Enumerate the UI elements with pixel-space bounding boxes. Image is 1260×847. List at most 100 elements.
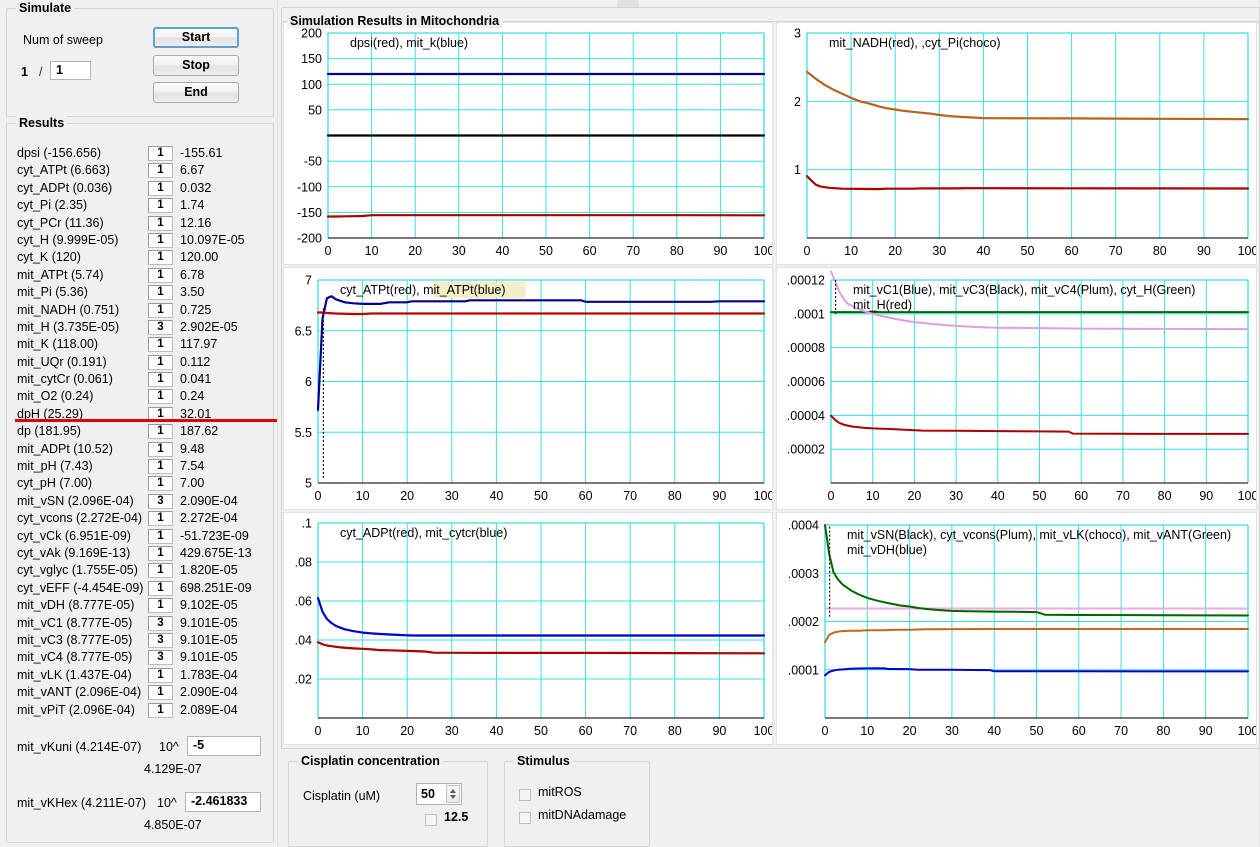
stimulus-mitdnadamage-checkbox[interactable] xyxy=(519,812,531,824)
result-index-input[interactable]: 1 xyxy=(148,354,173,370)
result-value: 0.725 xyxy=(180,302,212,317)
x-tick-label: 10 xyxy=(356,724,370,738)
result-row: dp (181.95) 1 187.62 xyxy=(7,424,273,441)
sweep-separator: / xyxy=(39,65,43,79)
result-index-input[interactable]: 1 xyxy=(148,545,173,561)
end-button[interactable]: End xyxy=(153,82,239,103)
series-cyt_ATPt xyxy=(316,311,766,316)
result-row: mit_Pi (5.36) 1 3.50 xyxy=(7,285,273,302)
result-index-input[interactable]: 1 xyxy=(148,285,173,301)
result-index-input[interactable]: 1 xyxy=(148,528,173,544)
simulate-group: Simulate Num of sweep 1 / 1 Start Stop E… xyxy=(6,1,274,117)
cisplatin-stepper[interactable]: 50 xyxy=(416,783,462,805)
result-row: cyt_Pi (2.35) 1 1.74 xyxy=(7,198,273,215)
result-row: mit_vPiT (2.096E-04) 1 2.089E-04 xyxy=(7,702,273,720)
result-value: 0.24 xyxy=(180,389,205,404)
y-tick-label: .00004 xyxy=(787,409,825,423)
x-tick-label: 40 xyxy=(991,489,1005,503)
result-value: -51.723E-09 xyxy=(180,528,249,543)
result-index-input[interactable]: 1 xyxy=(148,232,173,248)
cisplatin-125-checkbox[interactable] xyxy=(425,814,437,826)
result-index-input[interactable]: 1 xyxy=(148,198,173,214)
x-tick-label: 10 xyxy=(356,489,370,503)
x-tick-label: 0 xyxy=(828,489,835,503)
x-tick-label: 70 xyxy=(626,244,640,258)
power-exponent-input[interactable]: -5 xyxy=(187,736,261,756)
y-tick-label: .0001 xyxy=(794,307,825,321)
result-name: cyt_vEFF (-4.454E-09) xyxy=(17,580,144,595)
result-index-input[interactable]: 1 xyxy=(148,180,173,196)
result-index-input[interactable]: 3 xyxy=(148,650,173,666)
x-tick-label: 90 xyxy=(1197,244,1211,258)
stop-button[interactable]: Stop xyxy=(153,55,239,76)
x-tick-label: 50 xyxy=(534,724,548,738)
start-button[interactable]: Start xyxy=(153,27,239,48)
x-tick-label: 100 xyxy=(754,244,772,258)
result-name: mit_ATPt (5.74) xyxy=(17,267,104,282)
result-index-input[interactable]: 1 xyxy=(148,563,173,579)
result-row: cyt_ADPt (0.036) 1 0.032 xyxy=(7,180,273,198)
result-value: 117.97 xyxy=(180,337,218,352)
result-index-input[interactable]: 3 xyxy=(148,319,173,335)
y-tick-label: .00002 xyxy=(787,443,825,457)
chevron-up-icon[interactable] xyxy=(450,789,456,793)
result-index-input[interactable]: 1 xyxy=(148,459,173,475)
y-tick-label: 50 xyxy=(308,103,322,117)
result-index-input[interactable]: 1 xyxy=(148,424,173,440)
result-value: 2.090E-04 xyxy=(180,493,238,508)
y-tick-label: 7 xyxy=(305,274,312,288)
y-tick-label: .0003 xyxy=(788,567,819,581)
power-exponent-input[interactable]: -2.461833 xyxy=(185,792,261,812)
stimulus-mitros-checkbox[interactable] xyxy=(519,789,531,801)
results-list: dpsi (-156.656) 1 -155.61 cyt_ATPt (6.663) 1… xyxy=(7,146,273,720)
result-row: mit_ADPt (10.52) 1 9.48 xyxy=(7,441,273,459)
x-tick-label: 20 xyxy=(888,244,902,258)
cisplatin-group-title: Cisplatin concentration xyxy=(298,754,443,768)
result-index-input[interactable]: 1 xyxy=(148,702,173,718)
result-index-input[interactable]: 1 xyxy=(148,476,173,492)
result-name: mit_vC3 (8.777E-05) xyxy=(17,632,133,647)
y-tick-label: 2 xyxy=(794,95,801,109)
power-row-name: mit_vKHex (4.211E-07) xyxy=(17,796,146,810)
sweep-total-input[interactable]: 1 xyxy=(50,61,91,80)
result-index-input[interactable]: 1 xyxy=(148,250,173,266)
cisplatin-spin-buttons[interactable] xyxy=(446,785,460,803)
result-index-input[interactable]: 1 xyxy=(148,389,173,405)
result-index-input[interactable]: 1 xyxy=(148,580,173,596)
x-tick-label: 40 xyxy=(976,244,990,258)
power-exponent-label: 10^ xyxy=(159,740,179,754)
chevron-down-icon[interactable] xyxy=(450,795,456,799)
result-index-input[interactable]: 1 xyxy=(148,163,173,179)
x-tick-label: 70 xyxy=(1109,244,1123,258)
x-tick-label: 0 xyxy=(325,244,332,258)
result-index-input[interactable]: 1 xyxy=(148,372,173,388)
result-index-input[interactable]: 1 xyxy=(148,511,173,527)
y-tick-label: 6 xyxy=(305,375,312,389)
x-tick-label: 0 xyxy=(315,489,322,503)
y-tick-label: 100 xyxy=(301,78,322,92)
x-tick-label: 70 xyxy=(623,489,637,503)
result-index-input[interactable]: 1 xyxy=(148,598,173,614)
num-of-sweep-label: Num of sweep xyxy=(23,33,103,47)
result-index-input[interactable]: 3 xyxy=(148,615,173,631)
result-index-input[interactable]: 1 xyxy=(148,267,173,283)
chart-panel-dpsi: 200 150 100 50 -50 -100 -150 -200 0 10 20 30 40 50 60 7… xyxy=(283,22,773,265)
result-value: 9.48 xyxy=(180,441,205,456)
application-window: Simulate Num of sweep 1 / 1 Start Stop E… xyxy=(0,0,1260,847)
result-index-input[interactable]: 1 xyxy=(148,215,173,231)
power-row-name: mit_vKuni (4.214E-07) xyxy=(17,740,142,754)
x-tick-label: 30 xyxy=(949,489,963,503)
result-row: cyt_vglyc (1.755E-05) 1 1.820E-05 xyxy=(7,563,273,580)
result-index-input[interactable]: 1 xyxy=(148,302,173,318)
result-index-input[interactable]: 3 xyxy=(148,632,173,648)
result-value: 6.67 xyxy=(180,163,205,178)
result-index-input[interactable]: 1 xyxy=(148,337,173,353)
result-index-input[interactable]: 3 xyxy=(148,493,173,509)
chart-nadh: 3210 10 20 30 40 50 60 70 80 90 100mit_NADH(red), … xyxy=(777,23,1256,264)
result-index-input[interactable]: 1 xyxy=(148,441,173,457)
result-index-input[interactable]: 1 xyxy=(148,667,173,683)
result-index-input[interactable]: 1 xyxy=(148,685,173,701)
result-index-input[interactable]: 1 xyxy=(148,146,173,161)
y-tick-label: -200 xyxy=(297,232,322,246)
result-value: 10.097E-05 xyxy=(180,232,245,247)
